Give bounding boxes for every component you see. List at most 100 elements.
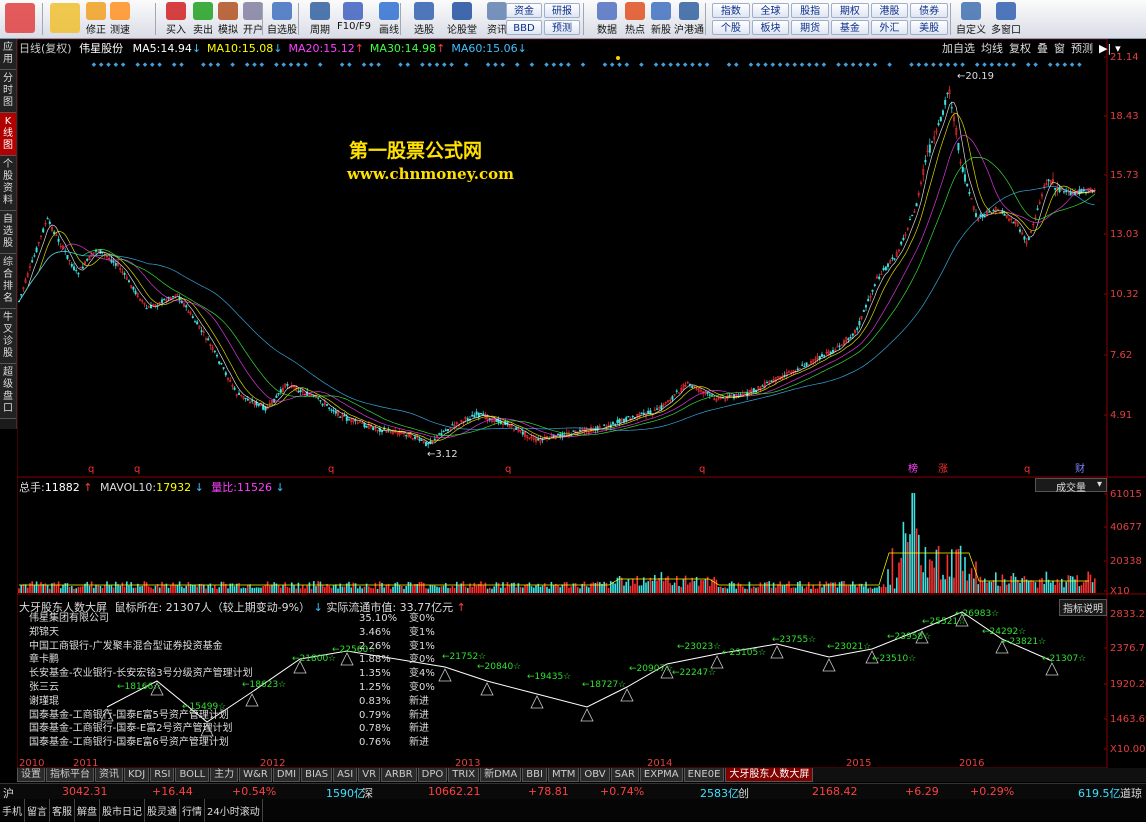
toolbar-market-button[interactable]: 债券 [910,3,948,18]
indicator-tab[interactable]: 设置 [17,768,45,782]
indicator-tab[interactable]: BIAS [301,768,333,782]
event-diamond-icon[interactable] [697,62,703,67]
event-diamond-icon[interactable] [376,62,381,67]
event-diamond-icon[interactable] [799,62,805,67]
holder-triangle-icon[interactable] [822,658,836,672]
toolbar-market-button[interactable]: 美股 [910,20,948,35]
toolbar-multi-window-button[interactable]: 多窗口 [990,2,1022,37]
event-diamond-icon[interactable] [281,62,286,67]
event-diamond-icon[interactable] [171,62,177,67]
indicator-explain-button[interactable]: 指标说明 [1059,599,1107,616]
kline-marker[interactable]: q [699,464,705,475]
event-diamond-icon[interactable] [500,62,505,67]
sidebar-tab[interactable]: 综合排名 [0,254,16,309]
indicator-tab[interactable]: KDJ [124,768,150,782]
toolbar-quick-button[interactable]: 研报 [544,3,580,18]
toolbar-f10-button[interactable]: F10/F9 [337,2,371,37]
event-diamond-icon[interactable] [91,62,97,67]
volume-indicator-dropdown[interactable]: 成交量 ▾ [1035,478,1107,494]
event-diamond-icon[interactable] [230,62,235,67]
event-diamond-icon[interactable] [887,62,892,67]
toolbar-market-button[interactable]: 基金 [831,20,869,35]
event-diamond-icon[interactable] [682,62,688,67]
taskbar-item[interactable]: 股市日记 [100,799,145,822]
event-diamond-icon[interactable] [303,62,308,67]
event-star-icon[interactable] [616,56,620,60]
chart-area[interactable]: 21.14 18.43 15.73 13.03 10.32 7.62 4.91 61015 40… [17,39,1146,782]
holder-triangle-icon[interactable] [1045,662,1059,676]
taskbar-item[interactable]: 手机 [0,799,25,822]
event-diamond-icon[interactable] [120,62,126,67]
kline-option-button[interactable]: 均线 [981,42,1003,55]
event-diamond-icon[interactable] [916,62,922,67]
indicator-tab[interactable]: RSI [150,768,175,782]
taskbar-item[interactable]: 留言 [25,799,50,822]
indicator-tab[interactable]: MTM [547,768,580,782]
event-diamond-icon[interactable] [624,62,630,67]
event-diamond-icon[interactable] [639,62,644,67]
event-diamond-icon[interactable] [529,62,535,67]
holder-triangle-icon[interactable] [580,708,594,722]
event-diamond-icon[interactable] [982,62,987,67]
kline-option-button[interactable]: 窗 [1054,42,1065,55]
event-diamond-icon[interactable] [179,62,184,67]
holder-triangle-icon[interactable] [770,645,784,659]
event-diamond-icon[interactable] [763,62,768,67]
kline-marker[interactable]: q [88,464,94,475]
event-diamond-icon[interactable] [872,62,878,67]
event-diamond-icon[interactable] [923,62,929,67]
toolbar-market-button[interactable]: 板块 [751,20,790,35]
kline-marker[interactable]: q [328,464,334,475]
event-diamond-icon[interactable] [690,62,695,67]
indicator-tab[interactable]: ENE0E [683,768,725,782]
sidebar-tab[interactable]: 应用 [0,39,16,70]
event-diamond-icon[interactable] [938,62,943,67]
event-diamond-icon[interactable] [566,62,571,67]
indicator-tab[interactable]: TRIX [448,768,480,782]
sidebar-tab[interactable]: K线图 [0,113,16,156]
toolbar-select-stock-button[interactable]: 选股 [408,2,440,37]
event-diamond-icon[interactable] [617,62,622,67]
toolbar-hk-connect-button[interactable]: 沪港通 [673,2,705,37]
event-diamond-icon[interactable] [865,62,870,67]
kline-option-button[interactable]: 预测 [1071,42,1093,55]
event-diamond-icon[interactable] [150,62,155,67]
event-diamond-icon[interactable] [296,62,301,67]
indicator-tab[interactable]: 主力 [210,768,239,782]
event-diamond-icon[interactable] [347,62,352,67]
event-diamond-icon[interactable] [1011,62,1016,67]
event-diamond-icon[interactable] [734,62,739,67]
event-diamond-icon[interactable] [427,62,432,67]
indicator-tab[interactable]: 大牙股东人数大屏 [725,768,814,782]
event-diamond-icon[interactable] [551,62,557,67]
event-diamond-icon[interactable] [420,62,425,67]
holder-triangle-icon[interactable] [438,668,452,682]
event-diamond-icon[interactable] [544,62,549,67]
toolbar-quick-button[interactable]: 预测 [544,20,580,35]
event-diamond-icon[interactable] [1026,62,1031,67]
indicator-tab[interactable]: BOLL [175,768,210,782]
indicator-tab[interactable]: 资讯 [95,768,123,782]
event-diamond-icon[interactable] [434,62,440,67]
event-diamond-icon[interactable] [704,62,710,67]
kline-marker[interactable]: q [134,464,140,475]
taskbar-item[interactable]: 客服 [50,799,75,822]
sidebar-tab[interactable]: 自选股 [0,211,16,254]
event-diamond-icon[interactable] [288,62,294,67]
event-diamond-icon[interactable] [463,62,469,67]
event-diamond-icon[interactable] [960,62,965,67]
toolbar-market-button[interactable]: 港股 [870,3,909,18]
event-diamond-icon[interactable] [931,62,936,67]
event-diamond-icon[interactable] [98,62,104,67]
toolbar-custom-button[interactable]: 自定义 [955,2,987,37]
event-diamond-icon[interactable] [602,62,608,67]
event-diamond-icon[interactable] [777,62,783,67]
event-diamond-icon[interactable] [157,62,162,67]
toolbar-market-button[interactable]: 期货 [791,20,829,35]
back-button[interactable] [48,2,82,37]
event-diamond-icon[interactable] [858,62,863,67]
event-diamond-icon[interactable] [974,62,980,67]
event-diamond-icon[interactable] [836,62,841,67]
toolbar-market-button[interactable]: 期权 [831,3,869,18]
event-diamond-icon[interactable] [1047,62,1053,67]
